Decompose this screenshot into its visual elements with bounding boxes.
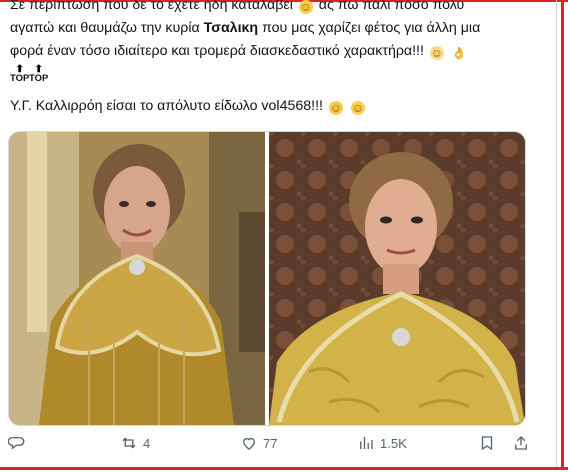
post-text-line-1: Σε περίπτωση που δε το έχετε ήδη καταλάβ…: [10, 0, 464, 17]
share-button[interactable]: [512, 428, 530, 458]
post-text-segment: φορά έναν τόσο ιδιαίτερο και τρομερά δια…: [10, 43, 424, 59]
views-bar-chart-icon: [360, 437, 373, 449]
like-count: 77: [263, 435, 278, 451]
photo-left-illustration: [9, 132, 265, 425]
reply-icon: [8, 437, 25, 450]
heart-icon: [243, 437, 255, 450]
views-button[interactable]: 1.5K: [357, 428, 407, 458]
face-with-hand-over-mouth-icon: ☺: [350, 101, 365, 115]
selection-frame-bottom: [0, 467, 568, 470]
post-text-segment: ας πω πάλι πόσο πολύ: [318, 0, 465, 13]
post-text-bold-name: Τσαλικη: [203, 20, 259, 36]
post-text-segment: Σε περίπτωση που δε το έχετε ήδη καταλάβ…: [10, 0, 293, 13]
photo-right-illustration: [269, 132, 525, 425]
selection-frame-right: [561, 0, 564, 470]
reply-button[interactable]: [8, 428, 31, 458]
post-text-segment: Υ.Γ. Καλλιρρόη είσαι το απόλυτο είδωλο v…: [10, 98, 323, 114]
bookmark-button[interactable]: [478, 428, 496, 458]
post-text-line-3: φορά έναν τόσο ιδιαίτερο και τρομερά δια…: [10, 40, 469, 63]
top-arrow-badge-2: ⬆ TOP: [29, 65, 48, 84]
media-grid: [8, 131, 526, 426]
face-with-hand-over-mouth-icon: ☺: [298, 0, 313, 14]
top-badge-label: TOP: [10, 73, 30, 84]
photo-right[interactable]: [269, 132, 525, 425]
like-button[interactable]: 77: [240, 428, 277, 458]
post-divider: [556, 0, 557, 467]
top-badge-label: TOP: [29, 73, 49, 84]
share-icon: [515, 436, 527, 450]
retweet-icon: [122, 437, 136, 449]
photo-left[interactable]: [9, 132, 265, 425]
views-count: 1.5K: [380, 435, 407, 451]
post-text-segment: αγαπώ και θαυμάζω την κυρία: [10, 20, 200, 36]
post-text-segment: που μας χαρίζει φέτος για άλλη μια: [262, 20, 481, 36]
post-text-line-4: Υ.Γ. Καλλιρρόη είσαι το απόλυτο είδωλο v…: [10, 95, 367, 118]
post-action-bar: 4 77 1.5K: [0, 428, 556, 458]
retweet-button[interactable]: 4: [120, 428, 150, 458]
bookmark-icon: [481, 436, 493, 451]
top-arrow-badge-1: ⬆ TOP: [10, 65, 29, 84]
hugging-face-icon: ☺: [429, 46, 444, 60]
ok-hand-icon: 👌: [451, 46, 467, 60]
post-text-line-2: αγαπώ και θαυμάζω την κυρία Τσαλικη που …: [10, 17, 480, 40]
face-with-hand-over-mouth-icon: ☺: [328, 101, 343, 115]
retweet-count: 4: [143, 435, 151, 451]
